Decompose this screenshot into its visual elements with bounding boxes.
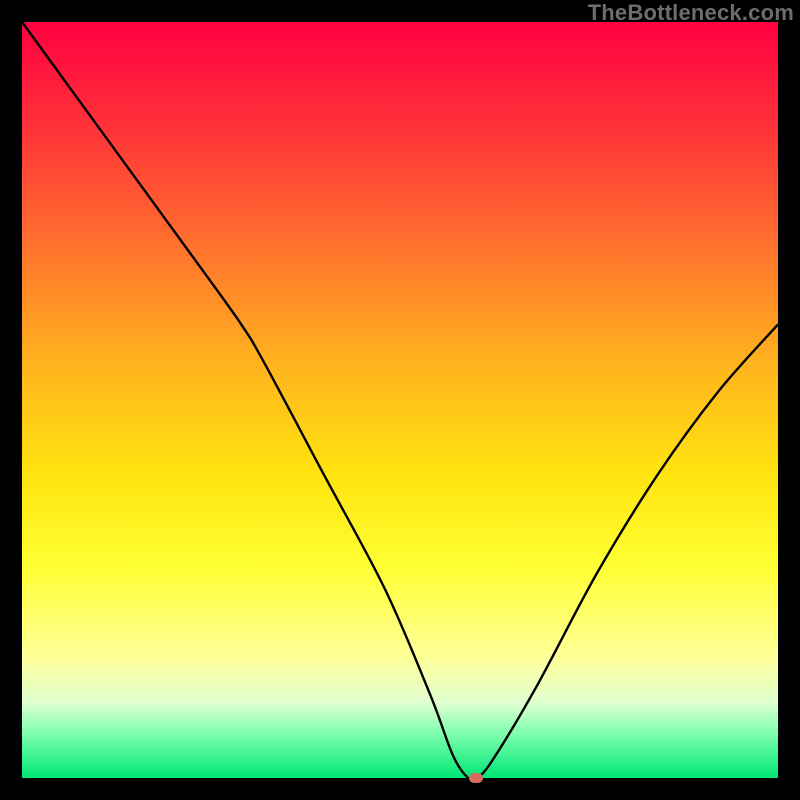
optimal-point-marker (469, 773, 483, 783)
chart-frame: TheBottleneck.com (0, 0, 800, 800)
watermark-text: TheBottleneck.com (588, 0, 794, 26)
bottleneck-curve (22, 22, 778, 778)
